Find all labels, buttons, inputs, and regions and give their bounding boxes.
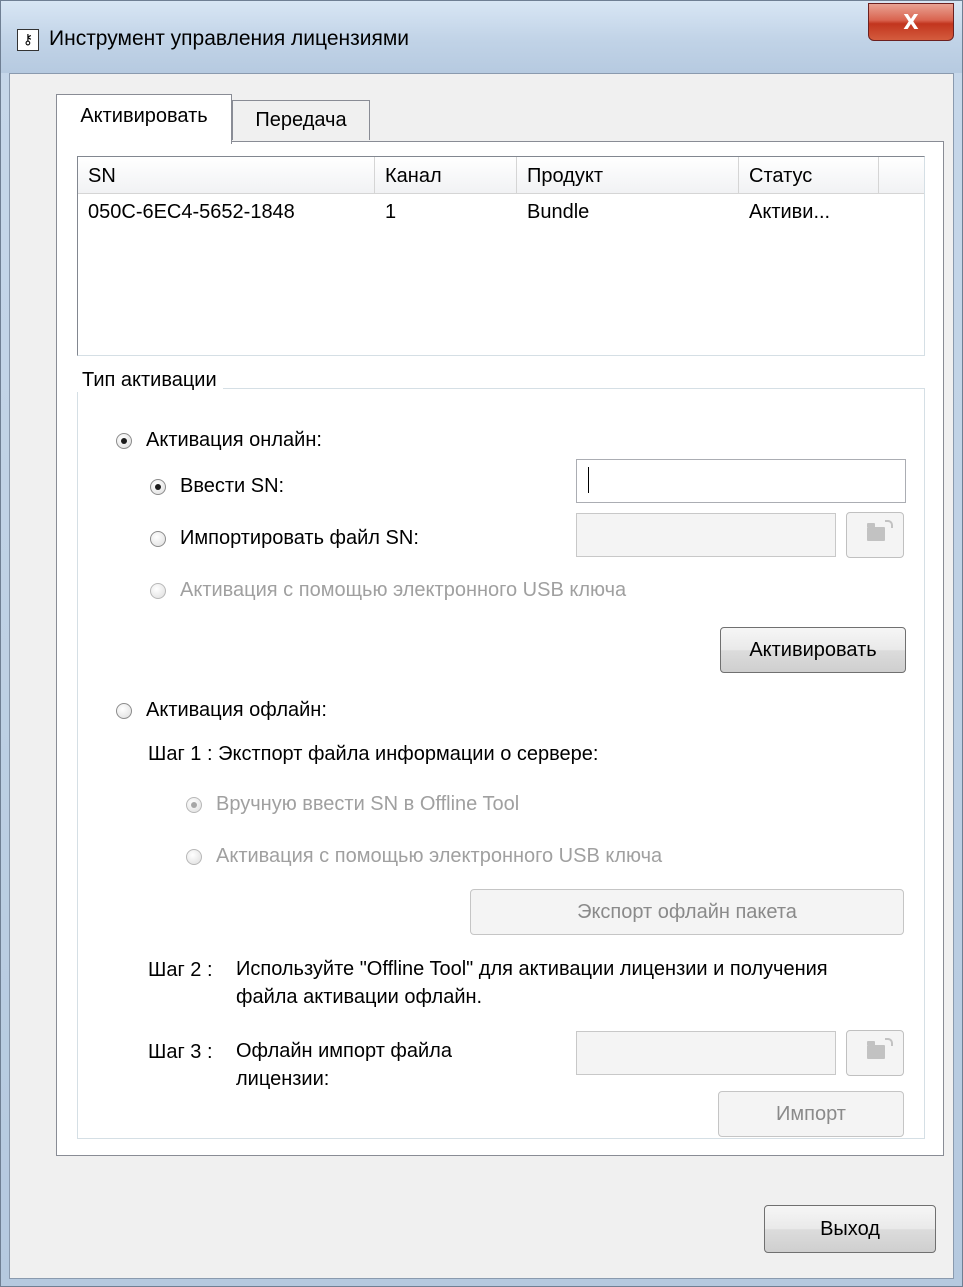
radio-checked-icon <box>186 796 202 813</box>
activate-tab-panel: SN Канал Продукт Статус 050C-6EC4-5652-1… <box>56 141 944 1156</box>
enter-sn-radio[interactable]: Ввести SN: <box>150 475 284 498</box>
cell-sn: 050C-6EC4-5652-1848 <box>88 201 295 223</box>
radio-unchecked-icon <box>150 530 166 547</box>
step2-prefix: Шаг 2 : <box>148 959 213 981</box>
cell-status: Активи... <box>749 201 831 223</box>
import-button[interactable]: Импорт <box>718 1091 904 1137</box>
license-file-path-input[interactable] <box>576 1031 836 1075</box>
title-bar[interactable]: ⚷ Инструмент управления лицензиями X <box>1 1 962 73</box>
tab-activate[interactable]: Активировать <box>56 94 232 144</box>
open-folder-icon <box>867 520 893 541</box>
radio-unchecked-icon <box>116 702 132 719</box>
enter-sn-label: Ввести SN: <box>180 475 285 497</box>
manual-sn-offline-radio[interactable]: Вручную ввести SN в Offline Tool <box>186 793 519 816</box>
dialog-client-area: Активировать Передача SN Канал Продукт С… <box>9 73 954 1279</box>
step1-label: Шаг 1 : Экстпорт файла информации о серв… <box>148 743 599 765</box>
cell-channel: 1 <box>385 201 397 223</box>
step2-text: Используйте "Offline Tool" для активации… <box>236 958 828 1008</box>
radio-checked-icon <box>150 478 166 495</box>
offline-usb-key-radio[interactable]: Активация с помощью электронного USB клю… <box>186 845 662 868</box>
import-sn-file-label: Импортировать файл SN: <box>180 527 419 549</box>
license-list-header: SN Канал Продукт Статус <box>78 157 924 194</box>
license-manager-window: ⚷ Инструмент управления лицензиями X Акт… <box>0 0 963 1287</box>
browse-sn-file-button[interactable] <box>846 512 904 558</box>
column-header-sn[interactable]: SN <box>78 157 375 193</box>
step3-prefix: Шаг 3 : <box>148 1041 213 1063</box>
activation-type-group: Тип активации Активация онлайн: Ввести S… <box>76 369 925 1139</box>
online-activation-label: Активация онлайн: <box>146 429 322 451</box>
online-activation-radio[interactable]: Активация онлайн: <box>116 429 322 452</box>
license-list[interactable]: SN Канал Продукт Статус 050C-6EC4-5652-1… <box>77 156 925 356</box>
step3-text: Офлайн импорт файла лицензии: <box>236 1040 452 1090</box>
text-caret <box>588 467 589 493</box>
activation-type-label: Тип активации <box>76 369 223 392</box>
column-header-status[interactable]: Статус <box>739 157 879 193</box>
app-key-icon: ⚷ <box>17 29 39 51</box>
browse-license-file-button[interactable] <box>846 1030 904 1076</box>
offline-activation-radio[interactable]: Активация офлайн: <box>116 699 327 722</box>
activate-button[interactable]: Активировать <box>720 627 906 673</box>
offline-usb-key-label: Активация с помощью электронного USB клю… <box>216 845 663 867</box>
sn-input[interactable] <box>576 459 906 503</box>
close-button[interactable]: X <box>868 3 954 41</box>
open-folder-icon <box>867 1038 893 1059</box>
export-offline-package-button[interactable]: Экспорт офлайн пакета <box>470 889 904 935</box>
online-usb-key-label: Активация с помощью электронного USB клю… <box>180 579 627 601</box>
offline-activation-label: Активация офлайн: <box>146 699 327 721</box>
column-header-channel[interactable]: Канал <box>375 157 517 193</box>
import-sn-file-radio[interactable]: Импортировать файл SN: <box>150 527 419 550</box>
radio-checked-icon <box>116 432 132 449</box>
exit-button[interactable]: Выход <box>764 1205 936 1253</box>
column-header-product[interactable]: Продукт <box>517 157 739 193</box>
online-usb-key-radio[interactable]: Активация с помощью электронного USB клю… <box>150 579 626 602</box>
tab-transfer[interactable]: Передача <box>232 100 370 140</box>
radio-unchecked-icon <box>150 582 166 599</box>
window-title: Инструмент управления лицензиями <box>49 27 410 50</box>
cell-product: Bundle <box>527 201 590 223</box>
radio-unchecked-icon <box>186 848 202 865</box>
sn-file-path-input[interactable] <box>576 513 836 557</box>
manual-sn-offline-label: Вручную ввести SN в Offline Tool <box>216 793 520 815</box>
table-row[interactable]: 050C-6EC4-5652-1848 1 Bundle Активи... <box>78 195 924 229</box>
